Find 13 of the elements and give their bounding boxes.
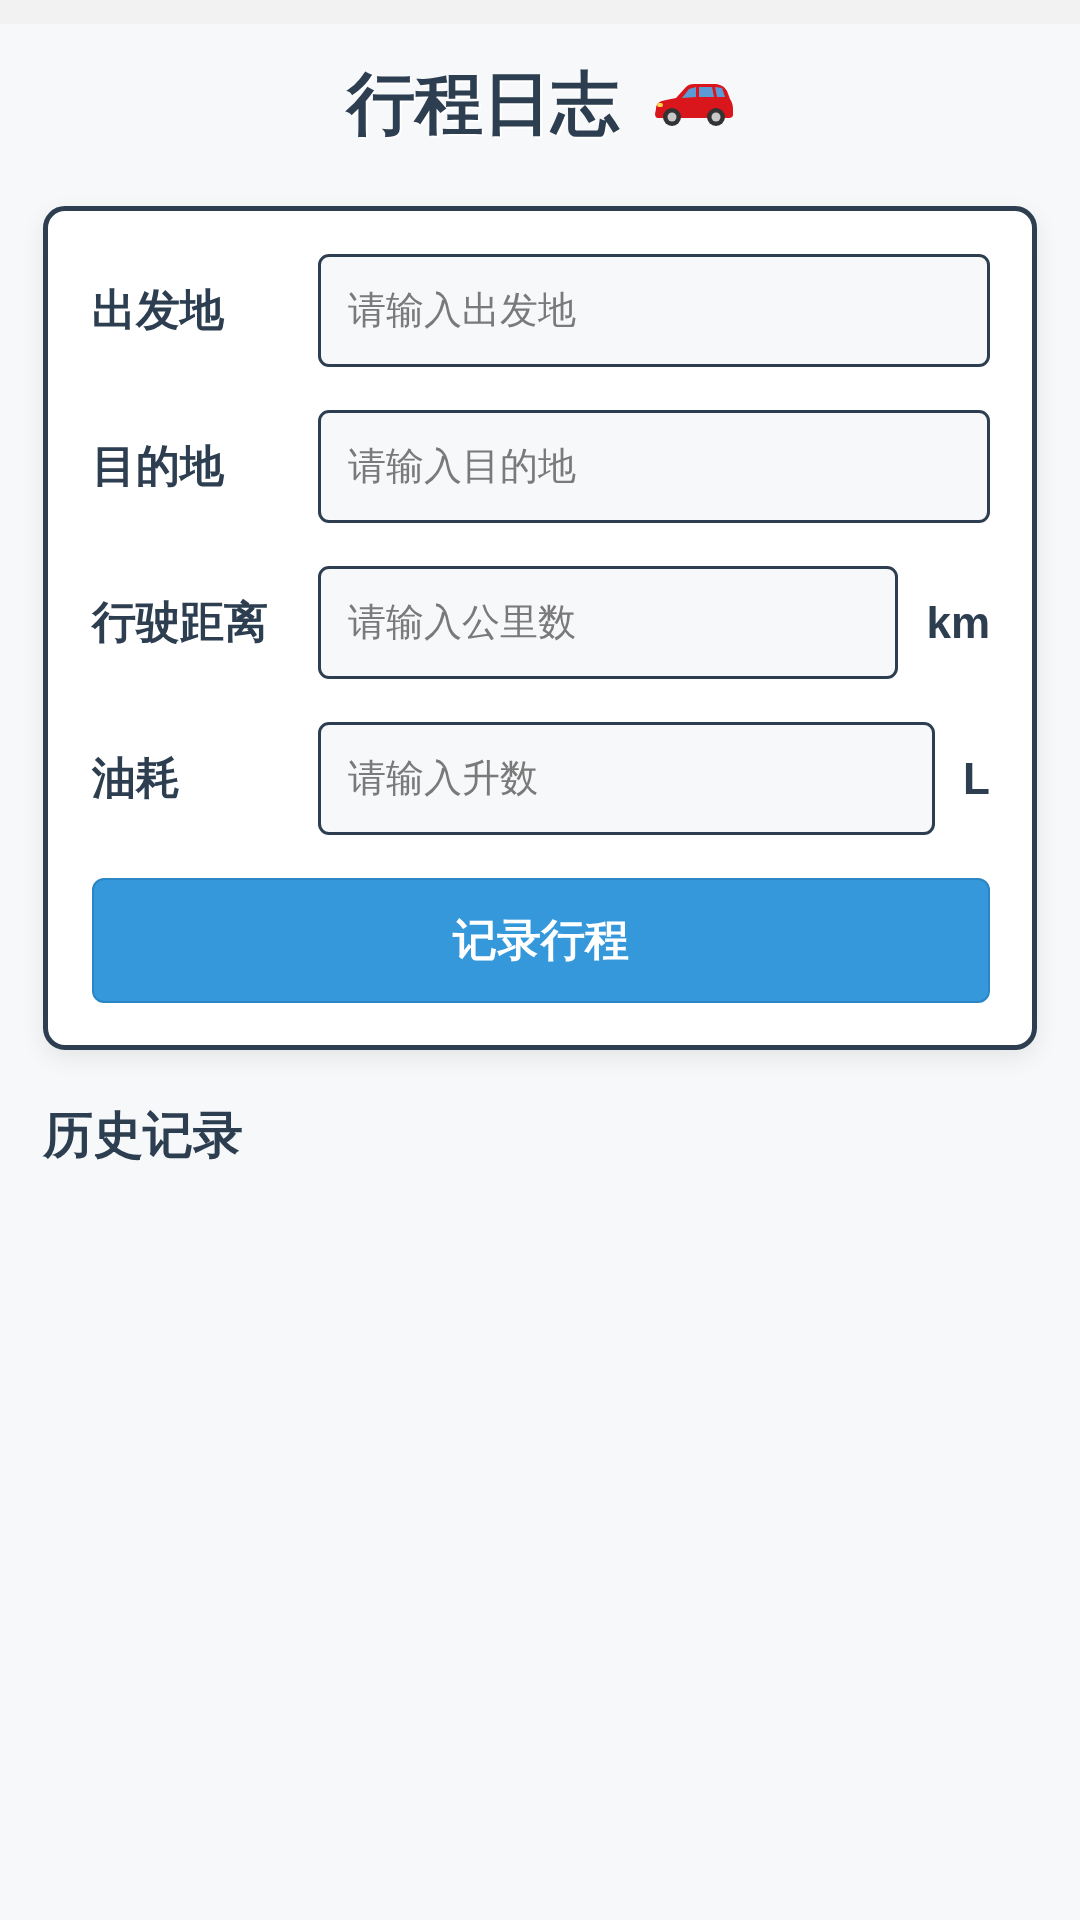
- field-label: 行驶距离: [92, 596, 269, 648]
- input-field[interactable]: 请输入目的地: [318, 410, 990, 523]
- page-title: 行程日志: [346, 64, 619, 144]
- input-field[interactable]: 请输入升数: [318, 722, 936, 835]
- unit-label: L: [963, 753, 990, 804]
- field-label: 目的地: [92, 440, 225, 492]
- field-label: 出发地: [92, 284, 225, 336]
- field-label: 油耗: [92, 752, 181, 804]
- input-field[interactable]: 请输入公里数: [318, 566, 899, 679]
- section-heading: 历史记录: [43, 1106, 244, 1165]
- input-field[interactable]: 请输入出发地: [318, 254, 990, 367]
- submit-button[interactable]: 记录行程: [92, 878, 990, 1003]
- unit-label: km: [926, 597, 990, 648]
